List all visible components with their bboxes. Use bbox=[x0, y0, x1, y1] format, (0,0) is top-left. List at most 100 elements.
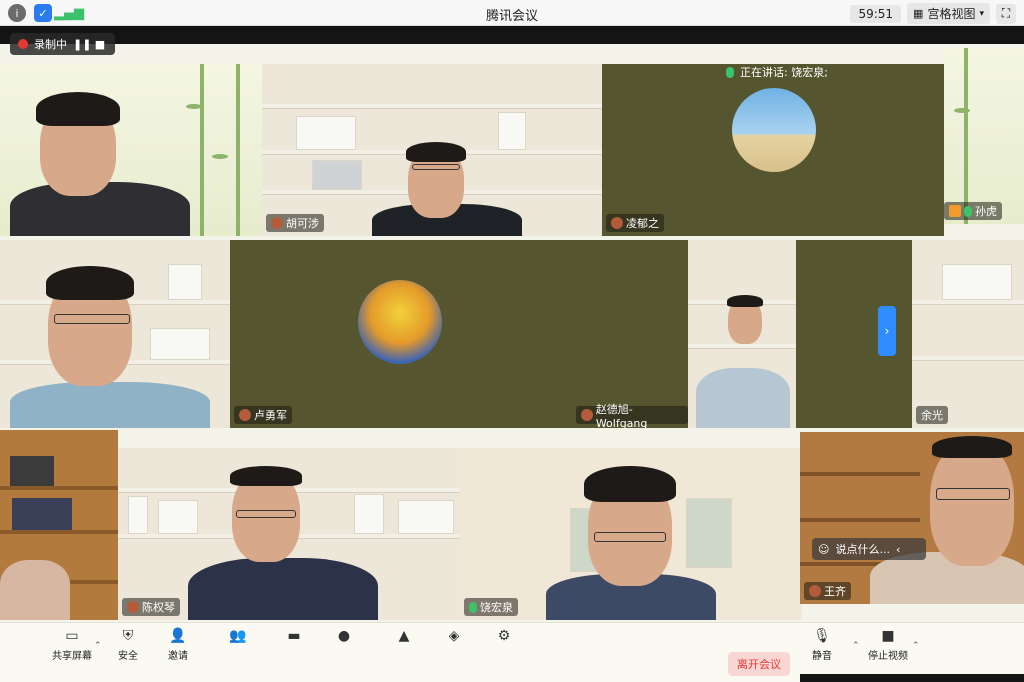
participant-name-tag: 赵德旭-Wolfgang bbox=[576, 403, 688, 428]
recording-label: 录制中 bbox=[34, 38, 67, 51]
participant-name-tag: 凌郁之 bbox=[606, 214, 664, 232]
microphone-icon bbox=[964, 205, 972, 217]
participant-name-tag: 余光 bbox=[916, 406, 948, 424]
participant-name: 孙虎 bbox=[975, 205, 997, 218]
shelf bbox=[0, 486, 118, 490]
shelf-item bbox=[498, 112, 526, 150]
chevron-up-icon[interactable]: ⌃ bbox=[912, 641, 920, 651]
add-user-icon: 👤 bbox=[169, 628, 187, 644]
invite-button[interactable]: 👤 邀请 bbox=[168, 627, 188, 662]
chevron-left-icon: ‹ bbox=[895, 542, 901, 556]
active-speaker-label: 正在讲话: 饶宏泉; bbox=[740, 66, 828, 79]
chat-button[interactable]: ▬ bbox=[284, 627, 304, 645]
video-tile[interactable] bbox=[0, 240, 230, 428]
title-bar-controls: 59:51 ▦ 宫格视图 ▾ ⛶ bbox=[850, 3, 1016, 24]
wall-painting bbox=[686, 498, 732, 568]
grid-icon: ▦ bbox=[913, 7, 924, 20]
shelf-item bbox=[354, 494, 384, 534]
glasses bbox=[594, 532, 666, 542]
video-tile[interactable] bbox=[0, 64, 262, 236]
video-tile[interactable]: 余光 bbox=[912, 240, 1024, 428]
share-screen-button[interactable]: ▭ 共享屏幕 bbox=[52, 627, 92, 662]
bottom-dark-strip bbox=[800, 674, 1024, 682]
members-button[interactable]: 👥 bbox=[228, 627, 248, 645]
security-label: 安全 bbox=[118, 651, 138, 662]
top-dark-bar bbox=[0, 26, 1024, 44]
emoji-icon: ☺ bbox=[818, 542, 830, 556]
chat-input-prompt[interactable]: ☺ 说点什么... ‹ bbox=[812, 538, 926, 560]
shelf bbox=[912, 356, 1024, 360]
bamboo-decor bbox=[200, 64, 204, 236]
meeting-timer: 59:51 bbox=[850, 4, 902, 23]
microphone-icon bbox=[726, 66, 734, 78]
apps-icon: ▲ bbox=[398, 628, 410, 644]
chevron-right-icon: › bbox=[884, 324, 890, 338]
glasses bbox=[412, 164, 460, 170]
shelf bbox=[800, 472, 920, 476]
video-tile[interactable]: 凌郁之 bbox=[602, 64, 944, 236]
person-hair bbox=[727, 295, 763, 307]
pause-icon[interactable]: ❚❚ bbox=[73, 38, 91, 51]
participant-name: 赵德旭-Wolfgang bbox=[595, 402, 648, 429]
apps-button[interactable]: ▲ bbox=[394, 627, 414, 645]
glasses bbox=[936, 488, 1010, 500]
video-tile[interactable]: 陈权琴 bbox=[118, 448, 460, 620]
participant-name-tag: 胡可涉 bbox=[266, 214, 324, 232]
record-button[interactable]: ● bbox=[334, 627, 354, 645]
video-tile[interactable]: 卢勇军 bbox=[230, 240, 572, 428]
user-avatar-icon bbox=[949, 205, 961, 217]
participant-name: 余光 bbox=[921, 409, 943, 422]
microphone-icon bbox=[469, 601, 477, 613]
fullscreen-icon[interactable]: ⛶ bbox=[996, 3, 1016, 24]
shelf-item bbox=[168, 264, 202, 300]
video-tile[interactable]: 胡可涉 bbox=[262, 64, 602, 236]
microphone-icon: 🎙 bbox=[813, 628, 831, 644]
shelf-item bbox=[128, 496, 148, 534]
video-tile[interactable]: 赵德旭-Wolfgang bbox=[572, 240, 688, 428]
shelf-item bbox=[296, 116, 356, 150]
view-mode-label: 宫格视图 bbox=[927, 7, 976, 21]
share-screen-icon: ▭ bbox=[65, 628, 79, 644]
participant-name: 凌郁之 bbox=[626, 217, 659, 230]
video-button[interactable]: ■ 停止视频 bbox=[868, 627, 908, 662]
user-avatar-icon bbox=[239, 409, 251, 421]
participant-name: 王齐 bbox=[824, 585, 846, 598]
user-avatar bbox=[358, 280, 442, 364]
person-hair bbox=[46, 266, 134, 300]
glasses bbox=[54, 314, 130, 324]
record-icon: ● bbox=[337, 628, 351, 644]
user-avatar-icon bbox=[611, 217, 623, 229]
leave-meeting-button[interactable]: 离开会议 bbox=[728, 652, 790, 676]
user-avatar-icon bbox=[271, 217, 283, 229]
video-tile[interactable] bbox=[688, 240, 796, 428]
mute-button[interactable]: 🎙 静音 bbox=[812, 627, 832, 662]
gear-icon: ⚙ bbox=[497, 628, 511, 644]
user-avatar-icon bbox=[127, 601, 139, 613]
person-hair bbox=[36, 92, 120, 126]
members-icon: 👥 bbox=[229, 628, 247, 644]
record-dot-icon bbox=[18, 39, 28, 49]
security-button[interactable]: ⛨ 安全 bbox=[118, 627, 138, 662]
invite-label: 邀请 bbox=[168, 651, 188, 662]
settings-button[interactable]: ⚙ bbox=[494, 627, 514, 645]
chat-prompt-text: 说点什么... bbox=[835, 543, 890, 556]
recording-indicator: 录制中 ❚❚ ■ bbox=[10, 33, 115, 55]
participant-name-tag: 陈权琴 bbox=[122, 598, 180, 616]
participant-name: 陈权琴 bbox=[142, 601, 175, 614]
video-tile[interactable] bbox=[0, 430, 118, 620]
stop-icon[interactable]: ■ bbox=[93, 38, 107, 51]
person-hair bbox=[230, 466, 302, 486]
next-page-button[interactable]: › bbox=[878, 306, 896, 356]
chevron-down-icon: ▾ bbox=[979, 8, 984, 19]
person-body bbox=[696, 368, 790, 428]
chevron-up-icon[interactable]: ⌃ bbox=[852, 641, 860, 651]
video-tile[interactable]: 王齐 bbox=[800, 432, 1024, 604]
person-body bbox=[10, 382, 210, 428]
video-tile[interactable]: 饶宏泉 bbox=[460, 448, 802, 620]
view-mode-button[interactable]: ▦ 宫格视图 ▾ bbox=[907, 3, 990, 24]
interaction-button[interactable]: ◈ bbox=[444, 627, 464, 645]
video-tile[interactable]: 孙虎 bbox=[944, 48, 1024, 224]
bamboo-leaf bbox=[186, 104, 202, 109]
bamboo-leaf bbox=[212, 154, 228, 159]
chevron-up-icon[interactable]: ⌃ bbox=[94, 641, 102, 651]
